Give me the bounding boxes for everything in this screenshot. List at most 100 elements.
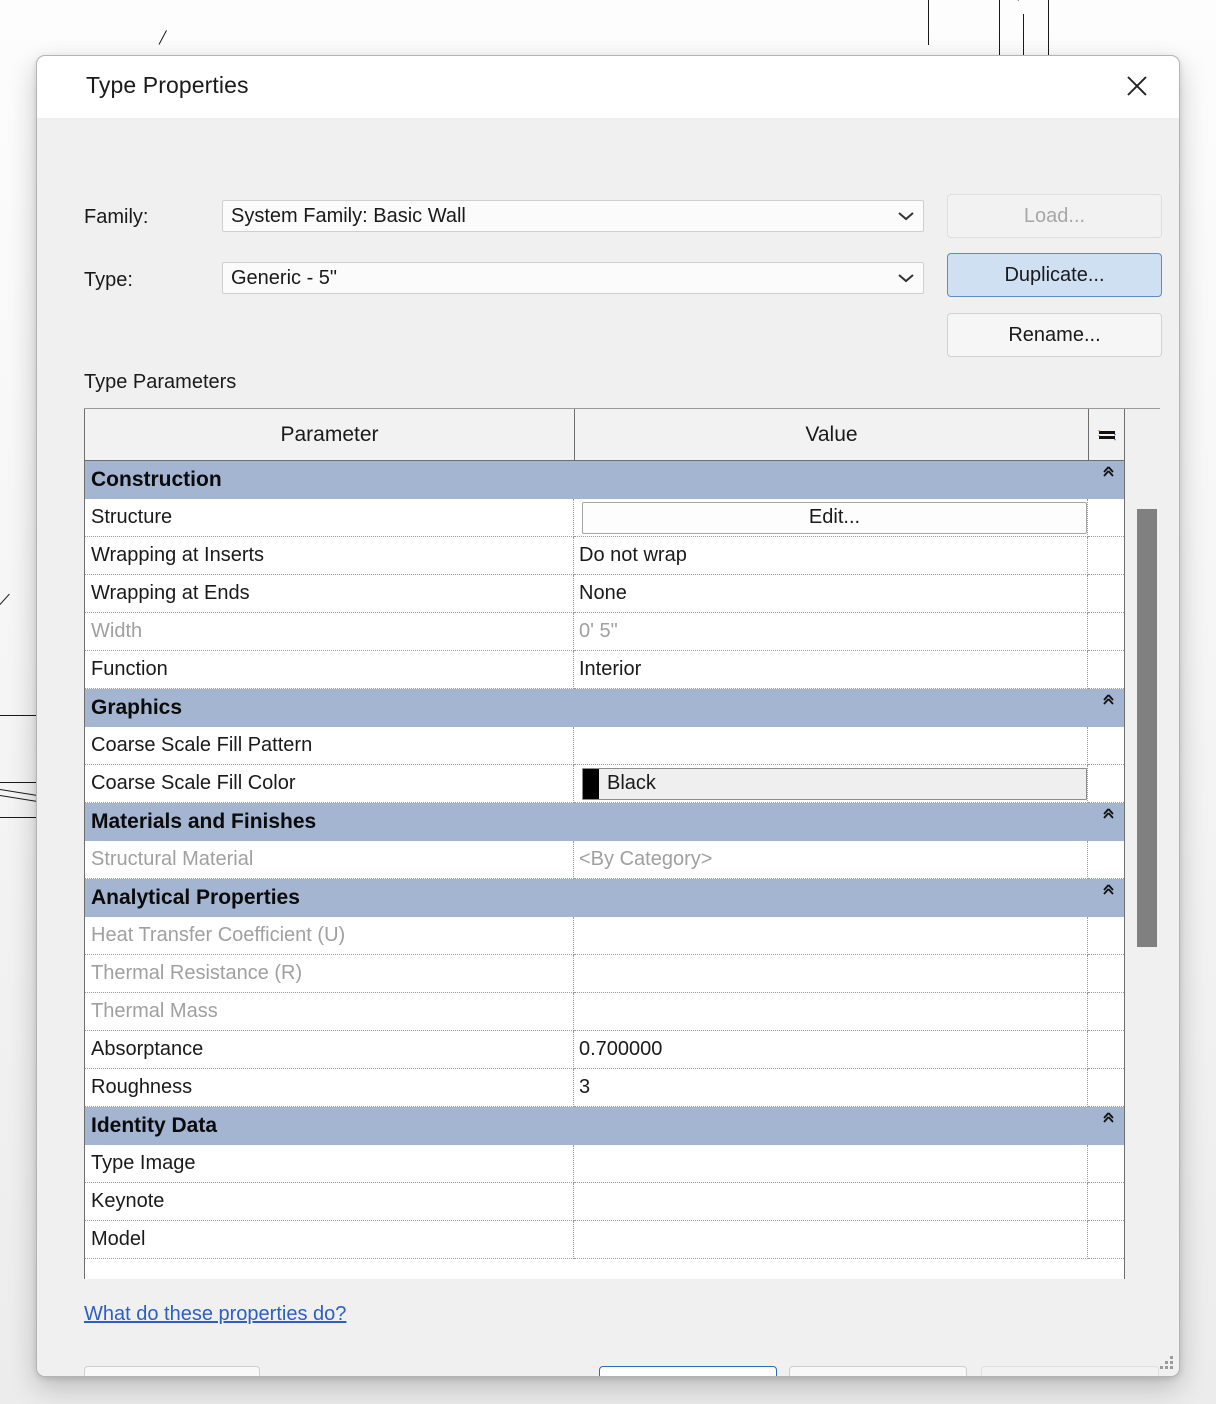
cell-value-wrap[interactable] [574,1145,1088,1183]
cell-parameter: Keynote [85,1183,574,1221]
structure-edit-button[interactable]: Edit... [582,502,1087,534]
table-row[interactable]: Structural Material<By Category> [85,841,1124,879]
table-row[interactable]: Wrapping at InsertsDo not wrap [85,537,1124,575]
cell-value: None [579,582,627,605]
cell-equals[interactable] [1088,499,1124,537]
preview-button[interactable]: << Preview [84,1366,260,1377]
close-icon[interactable] [1105,56,1169,116]
grid-vertical-scrollbar[interactable] [1135,437,1157,1279]
cell-equals[interactable] [1088,993,1124,1031]
chevron-down-icon [889,273,923,283]
fill-color-button[interactable]: Black [582,768,1087,800]
cell-value-wrap[interactable] [574,727,1088,765]
cell-equals[interactable] [1088,1221,1124,1259]
cell-equals[interactable] [1088,765,1124,803]
grid-section-header[interactable]: Analytical Properties [85,879,1124,917]
type-select[interactable]: Generic - 5" [222,262,924,294]
cell-equals[interactable] [1088,955,1124,993]
cell-parameter: Heat Transfer Coefficient (U) [85,917,574,955]
cell-parameter: Roughness [85,1069,574,1107]
cancel-button[interactable]: Cancel [789,1366,967,1377]
cell-value-wrap[interactable] [574,993,1088,1031]
apply-button[interactable]: Apply [981,1366,1159,1377]
cell-equals[interactable] [1088,841,1124,879]
table-row[interactable]: StructureEdit... [85,499,1124,537]
table-row[interactable]: Heat Transfer Coefficient (U) [85,917,1124,955]
cell-value-wrap[interactable]: Edit... [574,499,1088,537]
column-header-parameter[interactable]: Parameter [85,409,575,460]
table-row[interactable]: Coarse Scale Fill Pattern [85,727,1124,765]
cell-value-wrap[interactable] [574,1183,1088,1221]
table-row[interactable]: Wrapping at EndsNone [85,575,1124,613]
table-row[interactable]: Thermal Resistance (R) [85,955,1124,993]
help-link[interactable]: What do these properties do? [84,1303,346,1326]
scrollbar-thumb[interactable] [1137,509,1157,947]
table-row[interactable]: Type Image [85,1145,1124,1183]
ok-button[interactable]: OK [599,1366,777,1377]
cell-equals[interactable] [1088,1183,1124,1221]
cell-equals[interactable] [1088,537,1124,575]
collapse-chevron-icon[interactable] [1102,692,1115,710]
grid-rows-viewport: ConstructionStructureEdit...Wrapping at … [84,461,1125,1279]
cad-line [0,594,10,605]
duplicate-button[interactable]: Duplicate... [947,253,1162,297]
table-row[interactable]: FunctionInterior [85,651,1124,689]
cad-line [999,0,1000,58]
grid-section-header[interactable]: Construction [85,461,1124,499]
column-header-equals[interactable] [1089,409,1124,460]
grid-section-header[interactable]: Materials and Finishes [85,803,1124,841]
cell-equals[interactable] [1088,727,1124,765]
table-row[interactable]: Width0' 5" [85,613,1124,651]
table-row[interactable]: Coarse Scale Fill ColorBlack [85,765,1124,803]
cell-value-wrap[interactable]: 3 [574,1069,1088,1107]
table-row[interactable]: Keynote [85,1183,1124,1221]
cell-equals[interactable] [1088,1145,1124,1183]
cell-value-wrap[interactable]: Black [574,765,1088,803]
color-name: Black [599,772,656,795]
chevron-down-icon [889,211,923,221]
cell-value-wrap[interactable]: 0.700000 [574,1031,1088,1069]
cell-parameter: Thermal Mass [85,993,574,1031]
cad-line [0,817,36,818]
cell-value-wrap[interactable]: Interior [574,651,1088,689]
cad-line [1048,0,1049,58]
cell-equals[interactable] [1088,613,1124,651]
load-button[interactable]: Load... [947,194,1162,238]
section-label: Materials and Finishes [85,810,316,834]
cell-value: Do not wrap [579,544,687,567]
family-select[interactable]: System Family: Basic Wall [222,200,924,232]
cell-value-wrap[interactable]: <By Category> [574,841,1088,879]
cell-equals[interactable] [1088,1069,1124,1107]
cad-line [0,782,36,783]
grid-section-header[interactable]: Identity Data [85,1107,1124,1145]
collapse-chevron-icon[interactable] [1102,882,1115,900]
cell-value-wrap[interactable] [574,1221,1088,1259]
table-row[interactable]: Model [85,1221,1124,1259]
dialog-titlebar[interactable]: Type Properties [37,56,1179,118]
table-row[interactable]: Thermal Mass [85,993,1124,1031]
table-row[interactable]: Absorptance0.700000 [85,1031,1124,1069]
type-parameters-caption: Type Parameters [84,371,236,394]
cell-equals[interactable] [1088,917,1124,955]
collapse-chevron-icon[interactable] [1102,1110,1115,1128]
cell-equals[interactable] [1088,1031,1124,1069]
resize-grip[interactable] [1157,1354,1175,1372]
cell-value-wrap[interactable] [574,955,1088,993]
cell-equals[interactable] [1088,651,1124,689]
type-value: Generic - 5" [223,267,889,290]
rename-button[interactable]: Rename... [947,313,1162,357]
cell-value-wrap[interactable]: Do not wrap [574,537,1088,575]
color-swatch [583,769,599,799]
table-row[interactable]: Roughness3 [85,1069,1124,1107]
column-header-value[interactable]: Value [575,409,1089,460]
cad-line [0,715,36,716]
cell-parameter: Model [85,1221,574,1259]
grid-section-header[interactable]: Graphics [85,689,1124,727]
cad-line [1023,14,1024,58]
collapse-chevron-icon[interactable] [1102,806,1115,824]
cell-equals[interactable] [1088,575,1124,613]
collapse-chevron-icon[interactable] [1102,464,1115,482]
cell-value-wrap[interactable]: 0' 5" [574,613,1088,651]
cell-value-wrap[interactable] [574,917,1088,955]
cell-value-wrap[interactable]: None [574,575,1088,613]
